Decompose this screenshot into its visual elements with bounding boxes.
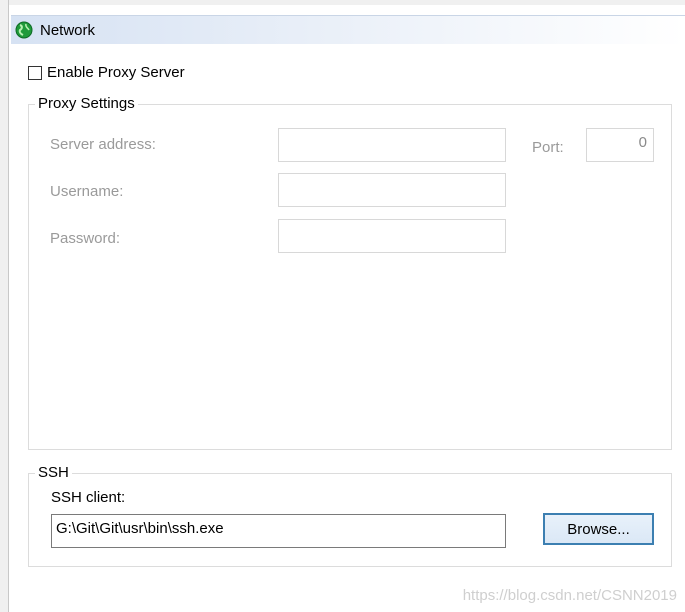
username-input[interactable] (278, 173, 506, 207)
top-edge (0, 0, 685, 5)
ssh-client-label: SSH client: (51, 489, 126, 506)
server-address-input[interactable] (278, 128, 506, 162)
port-input[interactable]: 0 (586, 128, 654, 162)
network-globe-icon (15, 21, 33, 39)
proxy-settings-title: Proxy Settings (35, 95, 138, 112)
page-title: Network (40, 22, 96, 39)
watermark-text: https://blog.csdn.net/CSNN2019 (462, 587, 677, 604)
username-label: Username: (50, 183, 124, 200)
left-edge (0, 0, 9, 612)
password-input[interactable] (278, 219, 506, 253)
ssh-title: SSH (35, 464, 72, 481)
enable-proxy-checkbox[interactable] (28, 65, 42, 80)
server-address-label: Server address: (50, 136, 156, 153)
network-settings-page: Network Enable Proxy Server Proxy Settin… (0, 0, 685, 612)
ssh-group: SSH SSH client: G:\Git\Git\usr\bin\ssh.e… (28, 464, 672, 567)
page-header: Network (11, 15, 685, 44)
ssh-client-input[interactable]: G:\Git\Git\usr\bin\ssh.exe (51, 514, 506, 548)
password-label: Password: (50, 230, 121, 247)
enable-proxy-label[interactable]: Enable Proxy Server (47, 64, 185, 81)
port-label: Port: (532, 139, 564, 156)
proxy-settings-group: Proxy Settings Server address: Port: 0 U… (28, 95, 672, 450)
browse-button[interactable]: Browse... (543, 513, 654, 545)
enable-proxy-row[interactable]: Enable Proxy Server (28, 64, 185, 81)
